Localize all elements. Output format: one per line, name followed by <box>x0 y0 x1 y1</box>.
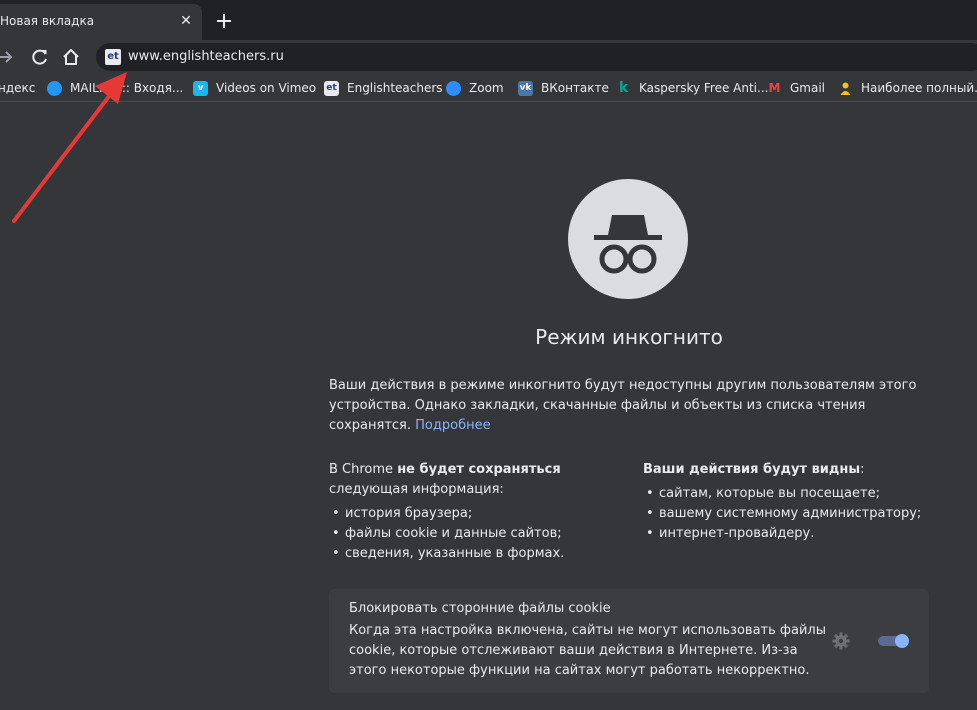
address-bar[interactable]: et www.englishteachers.ru <box>96 43 977 71</box>
bookmark-label: ндекс <box>0 81 36 95</box>
bookmark-vk[interactable]: vk ВКонтакте <box>518 80 609 96</box>
not-saved-column: В Chrome не будет сохраняться следующая … <box>329 460 629 564</box>
learn-more-link[interactable]: Подробнее <box>415 418 490 433</box>
list-item: вашему системному администратору; <box>643 504 943 524</box>
visible-to-column: Ваши действия будут видны: сайтам, котор… <box>643 460 943 544</box>
kaspersky-icon: k <box>618 79 629 96</box>
forward-arrow-icon[interactable] <box>0 46 16 68</box>
not-saved-heading-suffix: следующая информация: <box>329 482 504 497</box>
bookmark-person[interactable]: Наиболее полный... <box>838 80 977 96</box>
site-favicon-icon: et <box>105 49 121 65</box>
bookmark-label: Videos on Vimeo <box>216 81 317 95</box>
bookmarks-bar: ндекс MAIL.Ru :: Входя... v Videos on Vi… <box>0 74 977 102</box>
bookmark-yandex[interactable]: ндекс <box>0 80 35 96</box>
bookmark-englishteachers[interactable]: et Englishteachers <box>324 80 443 96</box>
toolbar: et www.englishteachers.ru <box>0 40 977 74</box>
bookmark-mail-ru[interactable]: MAIL.Ru :: Входя... <box>47 80 183 96</box>
visible-to-heading-bold: Ваши действия будут видны <box>643 462 861 477</box>
visible-to-heading-colon: : <box>860 462 865 477</box>
home-icon[interactable] <box>60 46 82 68</box>
bookmark-label: MAIL.Ru :: Входя... <box>70 81 184 95</box>
bookmark-vimeo[interactable]: v Videos on Vimeo <box>193 80 316 96</box>
bookmark-label: Englishteachers <box>347 81 443 95</box>
tab-strip: Новая вкладка ✕ <box>0 0 977 40</box>
list-item: история браузера; <box>329 504 629 524</box>
tab-new-tab[interactable]: Новая вкладка ✕ <box>0 4 202 40</box>
gear-icon[interactable] <box>831 631 851 651</box>
list-item: интернет-провайдеру. <box>643 524 943 544</box>
bookmark-label: Gmail <box>790 81 826 95</box>
cookie-card-description: Когда эта настройка включена, сайты не м… <box>349 623 827 678</box>
bookmark-label: ВКонтакте <box>541 81 609 95</box>
not-saved-list: история браузера; файлы cookie и данные … <box>329 504 629 564</box>
not-saved-heading: В Chrome не будет сохраняться следующая … <box>329 460 629 500</box>
bookmark-gmail[interactable]: M Gmail <box>767 80 826 96</box>
bookmark-zoom[interactable]: Zoom <box>446 80 504 96</box>
url-text[interactable]: www.englishteachers.ru <box>128 49 284 64</box>
list-item: файлы cookie и данные сайтов; <box>329 524 629 544</box>
person-icon <box>838 81 853 96</box>
third-party-cookie-card: Блокировать сторонние файлы cookie Когда… <box>329 589 929 693</box>
new-tab-plus-icon[interactable] <box>213 10 235 32</box>
vimeo-icon: v <box>193 80 208 96</box>
bookmark-label: Kaspersky Free Anti... <box>639 81 769 95</box>
incognito-icon <box>568 179 688 299</box>
vk-icon: vk <box>518 80 533 96</box>
close-tab-icon[interactable]: ✕ <box>178 11 194 31</box>
page-title: Режим инкогнито <box>535 325 723 349</box>
cookie-card-title: Блокировать сторонние файлы cookie <box>349 601 611 616</box>
reload-icon[interactable] <box>29 46 51 68</box>
intro-text: Ваши действия в режиме инкогнито будут н… <box>329 376 919 436</box>
zoom-icon <box>446 80 461 96</box>
bookmark-kaspersky[interactable]: k Kaspersky Free Anti... <box>616 79 769 96</box>
bookmark-label: Zoom <box>469 81 504 95</box>
visible-to-list: сайтам, которые вы посещаете; вашему сис… <box>643 484 943 544</box>
gmail-icon: M <box>768 80 781 95</box>
not-saved-heading-prefix: В Chrome <box>329 462 398 477</box>
bookmark-label: Наиболее полный... <box>861 81 977 95</box>
englishteachers-icon: et <box>324 80 339 96</box>
not-saved-heading-bold: не будет сохраняться <box>397 462 561 477</box>
tab-title: Новая вкладка <box>0 14 95 28</box>
list-item: сайтам, которые вы посещаете; <box>643 484 943 504</box>
list-item: сведения, указанные в формах. <box>329 544 629 564</box>
incognito-page: Режим инкогнито Ваши действия в режиме и… <box>0 103 977 710</box>
visible-to-heading: Ваши действия будут видны: <box>643 460 943 480</box>
cookie-block-toggle[interactable] <box>877 633 911 649</box>
mail-ru-icon <box>47 80 62 96</box>
